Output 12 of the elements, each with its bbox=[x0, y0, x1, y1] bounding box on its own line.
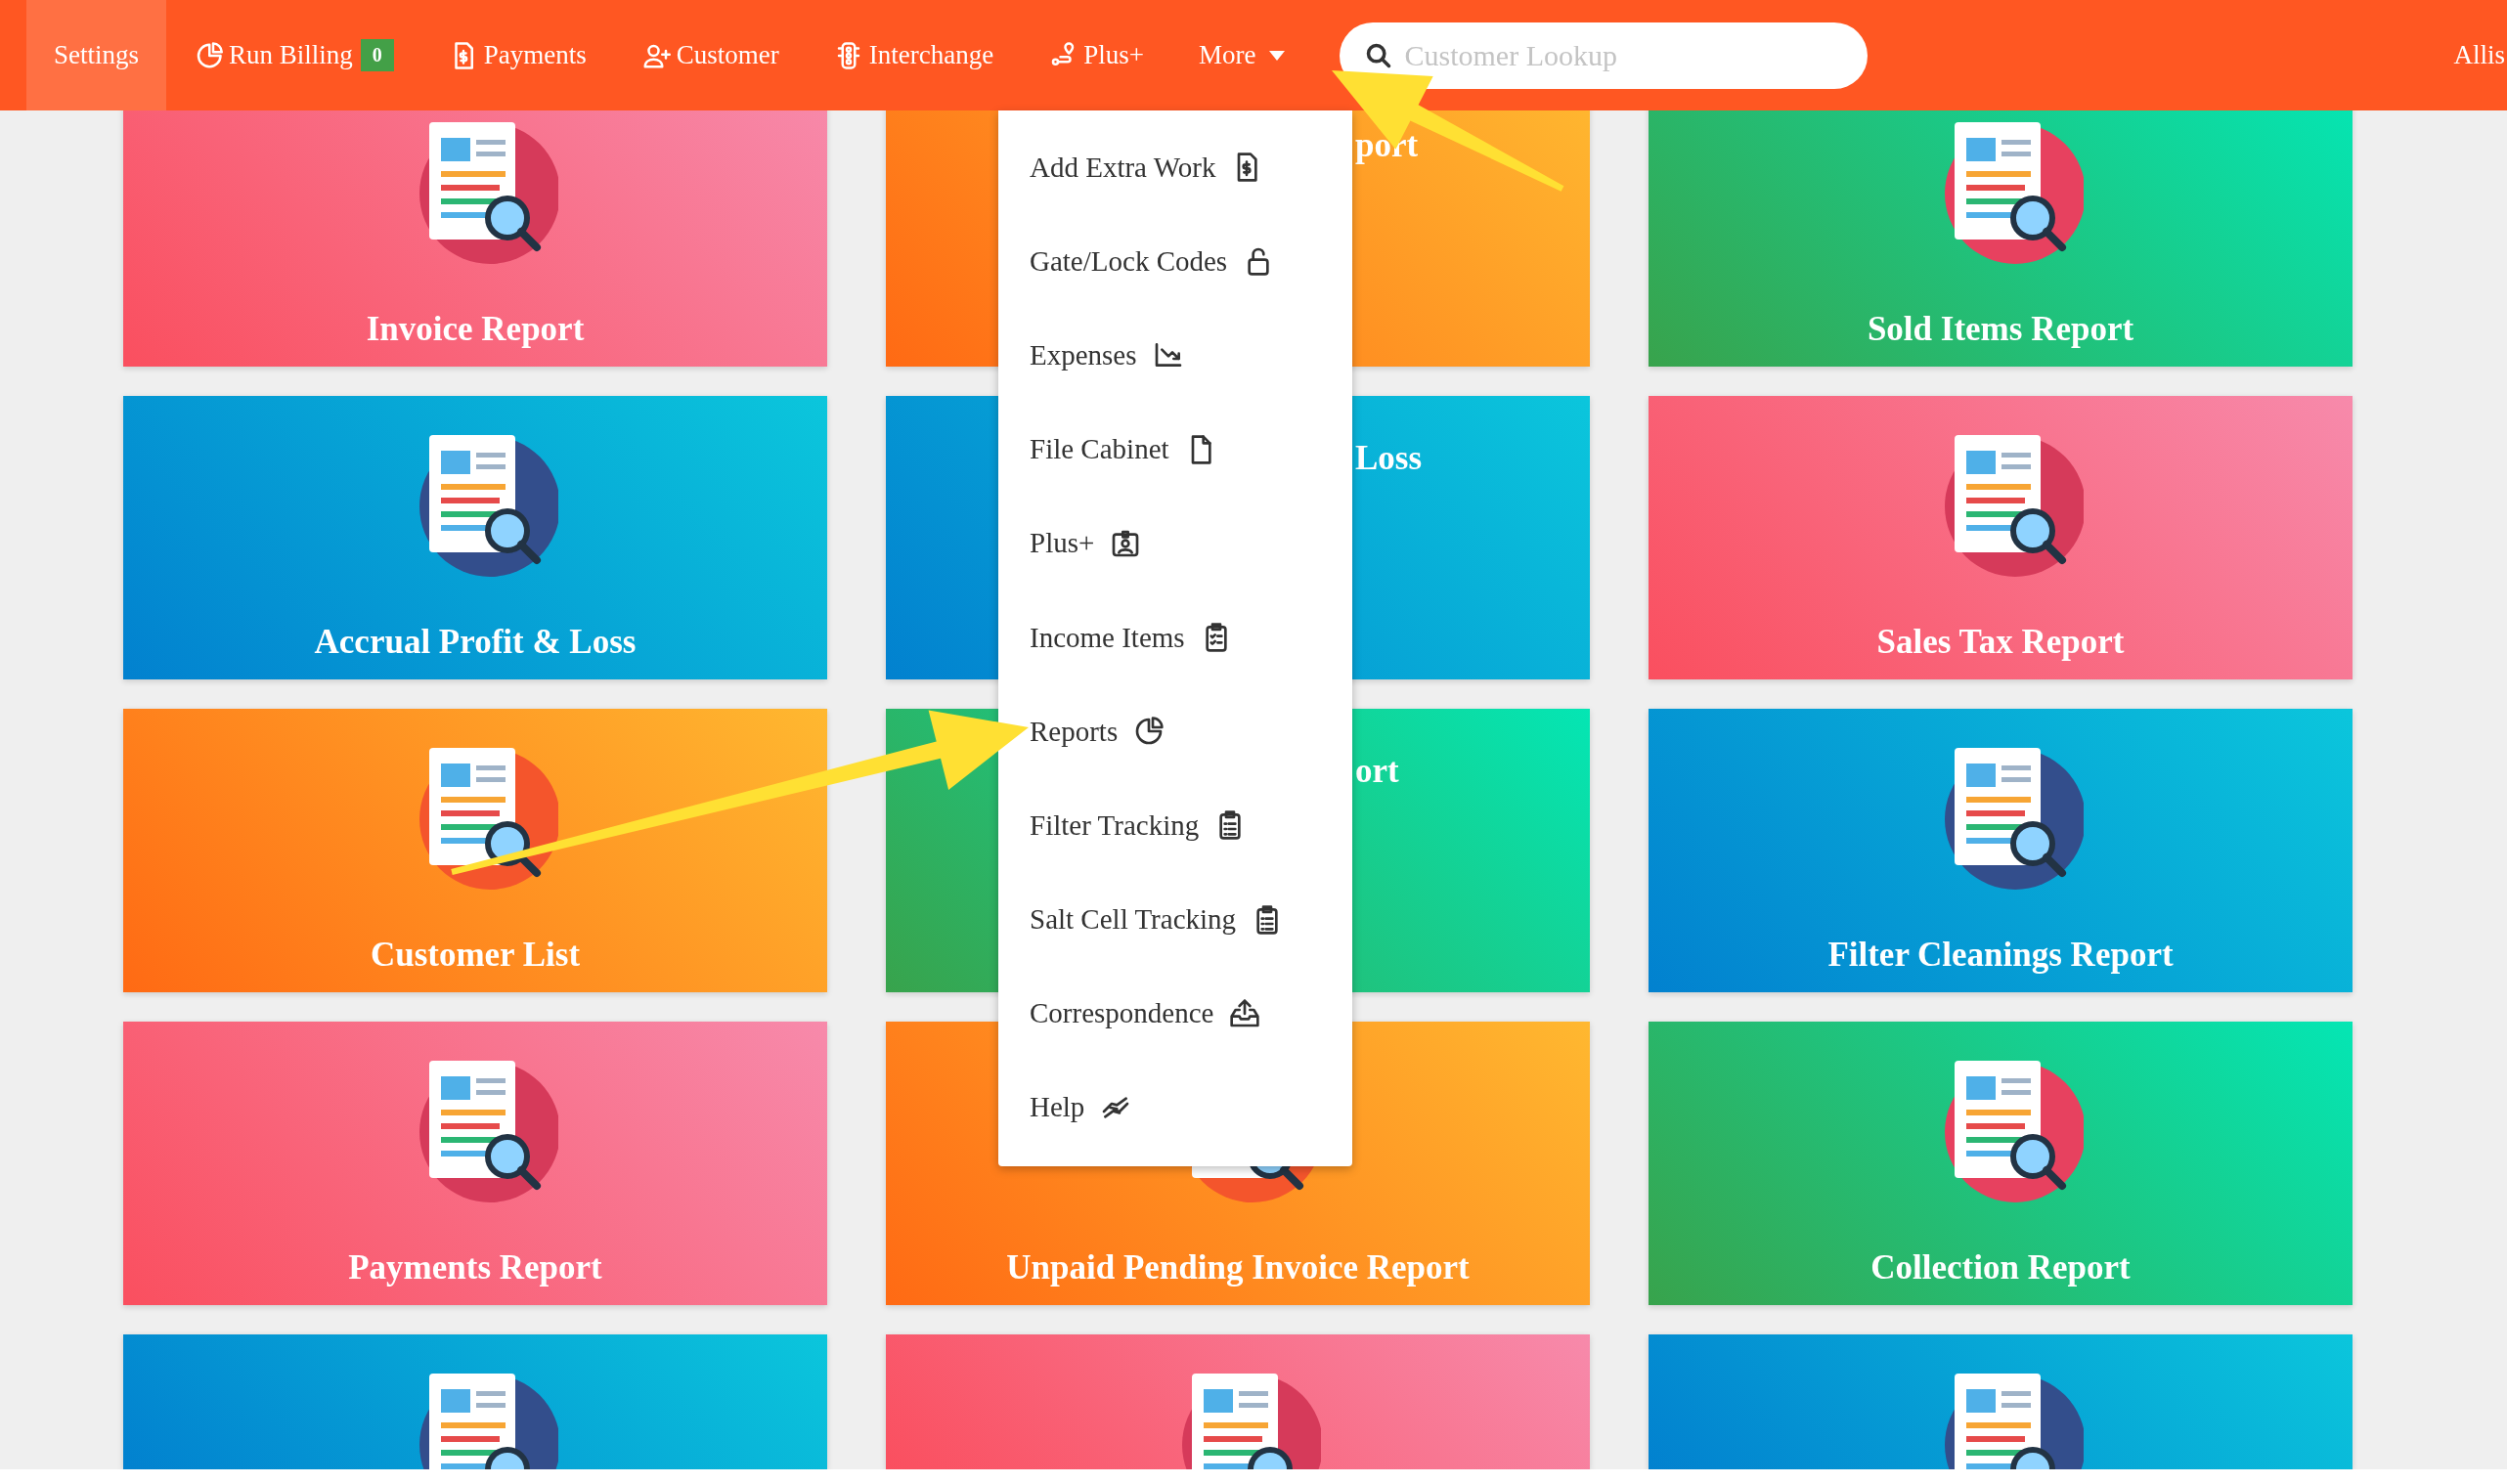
card-title: Filter Cleanings Report bbox=[1827, 936, 2174, 975]
card-title: Sold Items Report bbox=[1867, 310, 2134, 349]
card-title: Accrual Profit & Loss bbox=[314, 623, 637, 662]
card-title: ort bbox=[1355, 752, 1399, 791]
card-title: Invoice Report bbox=[366, 310, 585, 349]
card-title: Payments Report bbox=[348, 1248, 602, 1288]
card-title: Customer List bbox=[370, 936, 581, 975]
card-title: Unpaid Pending Invoice Report bbox=[1006, 1248, 1470, 1288]
card-title: Sales Tax Report bbox=[1876, 623, 2125, 662]
count-badge: 0 bbox=[360, 39, 394, 71]
card-title: Collection Report bbox=[1870, 1248, 2131, 1288]
card-title: Loss bbox=[1355, 439, 1423, 478]
